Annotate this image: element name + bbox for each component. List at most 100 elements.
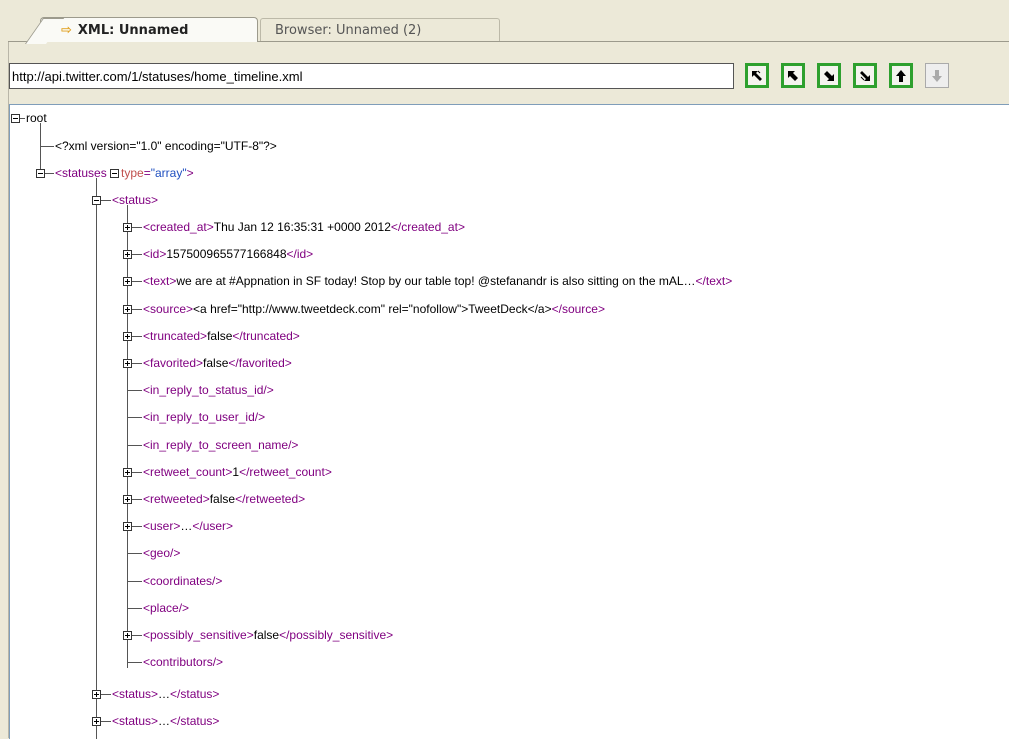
- tree-connector: [132, 499, 142, 500]
- tree-node-element[interactable]: <favorited>false</favorited>: [143, 354, 292, 372]
- element-value: false: [253, 628, 280, 642]
- element-value: false: [203, 356, 229, 370]
- expand-toggle-icon[interactable]: [123, 332, 132, 341]
- expand-toggle-icon[interactable]: [123, 277, 132, 286]
- expand-toggle-icon[interactable]: [123, 631, 132, 640]
- arrow-down-icon: [932, 69, 942, 82]
- tree-node-element[interactable]: <truncated>false</truncated>: [143, 327, 300, 345]
- window-edge: [0, 0, 9, 738]
- tree-connector: [127, 608, 142, 609]
- open-tag: <retweeted>: [143, 492, 210, 506]
- tree-node-element[interactable]: <retweeted>false</retweeted>: [143, 490, 305, 508]
- element-value: we are at #Appnation in SF today! Stop b…: [176, 274, 696, 288]
- open-tag: <status>: [112, 687, 159, 701]
- open-tag: <retweet_count>: [143, 465, 233, 479]
- tab-label: XML: Unnamed: [77, 22, 189, 38]
- tree-node-status[interactable]: <status>: [112, 191, 158, 209]
- tree-node-status-collapsed[interactable]: <status>…</status>: [112, 685, 219, 703]
- tree-connector: [132, 227, 142, 228]
- close-tag: </favorited>: [228, 356, 292, 370]
- tree-node-element[interactable]: <coordinates/>: [143, 572, 222, 590]
- xml-tree[interactable]: root <?xml version="1.0" encoding="UTF-8…: [9, 104, 1009, 739]
- arrow-right-icon: ⇨: [61, 22, 72, 38]
- tree-node-statuses[interactable]: <statuses type="array">: [55, 164, 194, 182]
- expand-toggle-icon[interactable]: [123, 359, 132, 368]
- open-tag: <text>: [143, 274, 177, 288]
- expand-toggle-icon[interactable]: [123, 223, 132, 232]
- element-value: …: [180, 519, 193, 533]
- element-value: false: [209, 492, 236, 506]
- tree-connector: [132, 336, 142, 337]
- open-tag: <coordinates/>: [143, 574, 223, 588]
- element-value: <a href="http://www.tweetdeck.com" rel="…: [193, 302, 552, 316]
- move-down-button[interactable]: [925, 63, 949, 88]
- close-tag: </source>: [551, 302, 605, 316]
- expand-toggle-icon[interactable]: [123, 305, 132, 314]
- tree-node-status-collapsed[interactable]: <status>…</status>: [112, 712, 219, 730]
- expand-toggle-icon[interactable]: [92, 717, 101, 726]
- tree-node-root[interactable]: root: [26, 109, 47, 127]
- tree-connector: [101, 694, 111, 695]
- expand-toggle-icon[interactable]: [123, 522, 132, 531]
- open-tag: <possibly_sensitive>: [143, 628, 254, 642]
- move-up-left-button[interactable]: [781, 63, 805, 88]
- close-tag: </status>: [170, 687, 220, 701]
- url-input[interactable]: [9, 63, 734, 89]
- open-tag: <user>: [143, 519, 181, 533]
- collapse-toggle-icon[interactable]: [92, 196, 101, 205]
- tree-node-element[interactable]: <geo/>: [143, 544, 180, 562]
- tree-connector: [96, 178, 97, 739]
- close-tag: </created_at>: [390, 220, 465, 234]
- open-tag: <source>: [143, 302, 194, 316]
- tree-node-element[interactable]: <source><a href="http://www.tweetdeck.co…: [143, 300, 605, 318]
- element-value: …: [158, 714, 171, 728]
- tree-node-element[interactable]: <text>we are at #Appnation in SF today! …: [143, 272, 732, 290]
- tree-node-element[interactable]: <place/>: [143, 599, 189, 617]
- tree-node-element[interactable]: <in_reply_to_user_id/>: [143, 408, 265, 426]
- expand-all-icon: [752, 70, 762, 81]
- collapse-toggle-icon[interactable]: [36, 169, 45, 178]
- expand-toggle-icon[interactable]: [123, 250, 132, 259]
- tree-connector: [132, 254, 142, 255]
- tree-connector: [20, 118, 25, 119]
- tree-node-xml-declaration[interactable]: <?xml version="1.0" encoding="UTF-8"?>: [55, 137, 277, 155]
- close-tag: </retweeted>: [235, 492, 306, 506]
- move-up-button[interactable]: [889, 63, 913, 88]
- tree-node-element[interactable]: <possibly_sensitive>false</possibly_sens…: [143, 626, 393, 644]
- arrow-down-right-icon: [824, 70, 834, 81]
- move-down-right-button[interactable]: [817, 63, 841, 88]
- tab-label: Browser: Unnamed (2): [275, 22, 422, 38]
- tab-xml-unnamed[interactable]: ⇨ XML: Unnamed: [40, 17, 258, 42]
- tree-node-element[interactable]: <in_reply_to_screen_name/>: [143, 436, 298, 454]
- collapse-toggle-icon[interactable]: [110, 169, 120, 178]
- open-tag: <contributors/>: [143, 655, 224, 669]
- expand-toggle-icon[interactable]: [92, 690, 101, 699]
- close-tag: </id>: [286, 247, 314, 261]
- tree-node-element[interactable]: <contributors/>: [143, 653, 223, 671]
- expand-toggle-icon[interactable]: [123, 495, 132, 504]
- tree-connector: [127, 581, 142, 582]
- close-tag: </status>: [170, 714, 220, 728]
- collapse-all-button[interactable]: [853, 63, 877, 88]
- open-tag: <place/>: [143, 601, 190, 615]
- tree-node-element[interactable]: <id>157500965577166848</id>: [143, 245, 313, 263]
- element-value: 157500965577166848: [166, 247, 287, 261]
- arrow-up-left-icon: [788, 70, 798, 81]
- open-tag: <truncated>: [143, 329, 208, 343]
- tree-node-element[interactable]: <retweet_count>1</retweet_count>: [143, 463, 332, 481]
- tab-browser-unnamed[interactable]: Browser: Unnamed (2): [260, 18, 500, 41]
- close-tag: </retweet_count>: [239, 465, 332, 479]
- close-tag: </user>: [192, 519, 234, 533]
- arrow-up-icon: [896, 69, 906, 82]
- collapse-toggle-icon[interactable]: [11, 114, 20, 123]
- expand-toggle-icon[interactable]: [123, 468, 132, 477]
- element-value: …: [158, 687, 171, 701]
- open-tag: <geo/>: [143, 546, 181, 560]
- tree-connector: [101, 200, 111, 201]
- tree-connector: [127, 445, 142, 446]
- tree-node-element[interactable]: <in_reply_to_status_id/>: [143, 381, 274, 399]
- expand-all-button[interactable]: [745, 63, 769, 88]
- tree-node-element[interactable]: <created_at>Thu Jan 12 16:35:31 +0000 20…: [143, 218, 465, 236]
- tree-node-element[interactable]: <user>…</user>: [143, 517, 233, 535]
- collapse-all-icon: [860, 70, 870, 81]
